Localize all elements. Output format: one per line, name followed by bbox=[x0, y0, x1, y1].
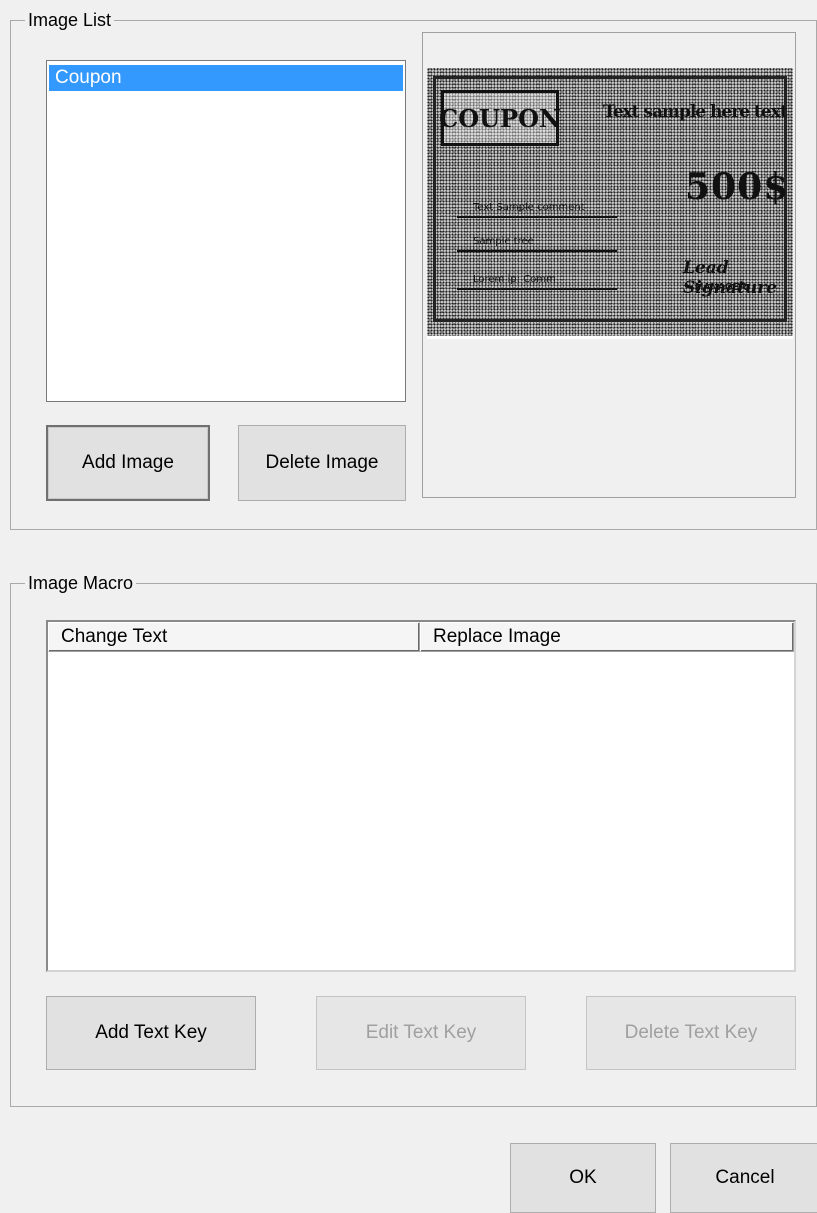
image-listbox[interactable]: Coupon bbox=[46, 60, 406, 402]
coupon-line-3 bbox=[457, 288, 617, 290]
add-text-key-button[interactable]: Add Text Key bbox=[46, 996, 256, 1070]
coupon-line-1 bbox=[457, 216, 617, 218]
delete-text-key-button[interactable]: Delete Text Key bbox=[586, 996, 796, 1070]
cancel-button[interactable]: Cancel bbox=[670, 1143, 817, 1213]
image-list-group-title: Image List bbox=[25, 8, 115, 32]
coupon-signature-sub: MANAGER bbox=[695, 282, 747, 293]
ok-button[interactable]: OK bbox=[510, 1143, 656, 1213]
coupon-title: COUPON bbox=[439, 90, 561, 146]
add-image-button[interactable]: Add Image bbox=[46, 425, 210, 501]
edit-text-key-button[interactable]: Edit Text Key bbox=[316, 996, 526, 1070]
coupon-line-label-1: Text Sample comment bbox=[473, 202, 585, 213]
image-macro-group-title: Image Macro bbox=[25, 571, 137, 595]
coupon-line-2 bbox=[457, 250, 617, 252]
coupon-sample-text: Text sample here text bbox=[603, 102, 788, 122]
column-header-replace-image[interactable]: Replace Image bbox=[420, 622, 794, 652]
list-item[interactable]: Coupon bbox=[49, 65, 403, 91]
image-preview-panel: COUPON Text sample here text 500$ Text S… bbox=[422, 32, 796, 498]
column-header-change-text[interactable]: Change Text bbox=[48, 622, 420, 652]
coupon-preview-image: COUPON Text sample here text 500$ Text S… bbox=[427, 68, 793, 339]
text-key-listview[interactable]: Change Text Replace Image bbox=[46, 620, 796, 972]
coupon-line-label-3: Lorem ip: Comm bbox=[473, 274, 556, 285]
coupon-amount: 500$ bbox=[685, 166, 790, 208]
coupon-line-label-2: Sample tree bbox=[473, 236, 534, 247]
listview-header: Change Text Replace Image bbox=[48, 622, 794, 652]
delete-image-button[interactable]: Delete Image bbox=[238, 425, 406, 501]
